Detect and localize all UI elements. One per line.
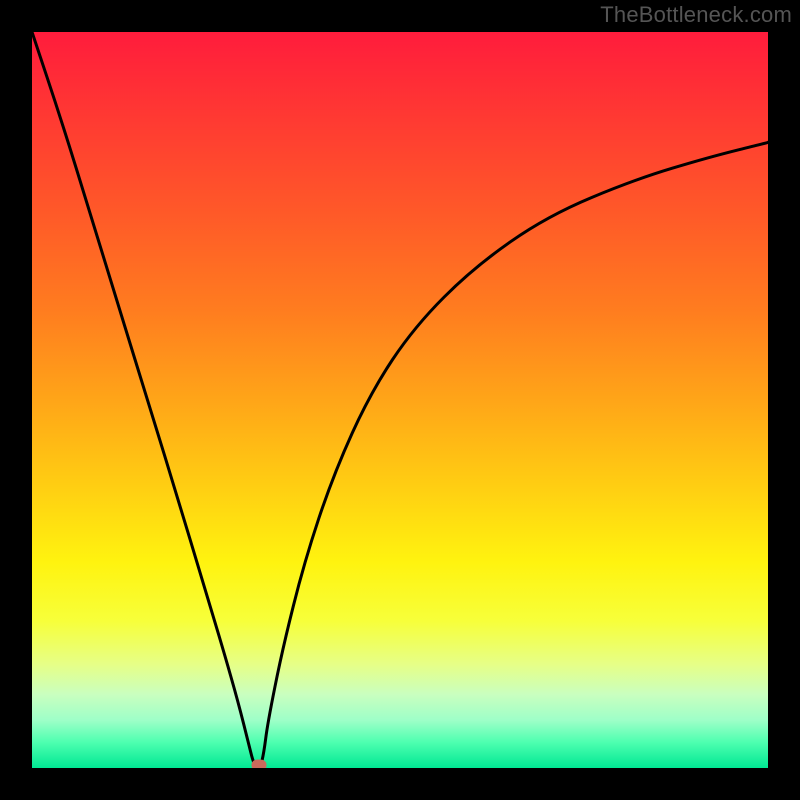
minimum-marker [251, 760, 266, 769]
bottleneck-curve [32, 32, 768, 768]
plot-area [32, 32, 768, 768]
curve-path [32, 32, 768, 768]
watermark-text: TheBottleneck.com [600, 2, 792, 28]
chart-frame: TheBottleneck.com [0, 0, 800, 800]
